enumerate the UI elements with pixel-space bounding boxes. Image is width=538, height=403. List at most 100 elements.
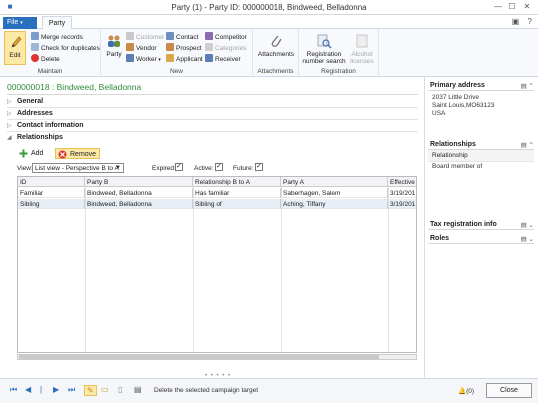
competitor-button[interactable]: Competitor (205, 32, 247, 41)
previous-record-icon[interactable]: ◀ (25, 385, 31, 394)
future-label: Future: (233, 165, 254, 172)
prospect-icon (166, 43, 174, 51)
remove-button[interactable]: Remove (55, 148, 101, 159)
minimize-icon[interactable]: — (492, 2, 504, 11)
roles-header[interactable]: Roles ▤ ⌄ (428, 234, 534, 244)
record-title: 000000018 : Bindweed, Belladonna (7, 82, 142, 92)
prospect-button[interactable]: Prospect (166, 43, 202, 52)
attachments-group: Attachments Attachments (253, 29, 299, 77)
customer-button[interactable]: Customer (126, 32, 164, 41)
party-button[interactable]: Party (104, 33, 124, 58)
alcohol-licenses-button[interactable]: Alcohol licenses (347, 33, 377, 65)
table-row[interactable]: Familiar Bindweed, Belladonna Has famili… (18, 188, 416, 198)
layout-icon[interactable]: ▣ (512, 17, 520, 26)
fasttab-addresses[interactable]: ▷ Addresses (7, 108, 418, 120)
delete-button[interactable]: Delete (31, 54, 60, 63)
fasttab-contact-information[interactable]: ▷ Contact information (7, 120, 418, 132)
contact-button[interactable]: Contact (166, 32, 198, 41)
column-divider (388, 187, 389, 352)
tax-registration-header[interactable]: Tax registration info ▤ ⌄ (428, 220, 534, 230)
add-button[interactable]: Add (17, 148, 46, 159)
add-icon (19, 149, 28, 158)
check-duplicates-button[interactable]: Check for duplicates (31, 43, 100, 52)
edit-button[interactable]: Edit (4, 31, 26, 65)
factbox-menu-icon[interactable]: ▤ ⌃ (521, 141, 534, 149)
cell-effective: 3/19/201 (390, 190, 416, 197)
maximize-icon[interactable]: ☐ (506, 2, 518, 11)
categories-button[interactable]: Categories (205, 43, 246, 52)
factbox-pane: Primary address ▤ ⌃ 2037 Little Drive Sai… (424, 77, 536, 378)
window-tools: ▣ ? (506, 17, 532, 26)
merge-records-button[interactable]: Merge records (31, 32, 83, 41)
column-header-party-b[interactable]: Party B (85, 177, 193, 187)
categories-icon (205, 43, 213, 51)
registration-number-search-button[interactable]: Registration number search (301, 33, 347, 65)
expired-label: Expired: (152, 165, 176, 172)
fasttab-general[interactable]: ▷ General (7, 96, 418, 108)
column-header-relationship[interactable]: Relationship B to A (193, 177, 281, 187)
chevron-down-icon: ▼ (115, 165, 121, 171)
primary-address-header[interactable]: Primary address ▤ ⌃ (428, 81, 534, 91)
scrollbar-thumb[interactable] (19, 355, 379, 359)
worker-button[interactable]: Worker ▾ (126, 54, 161, 63)
active-label: Active: (194, 165, 214, 172)
view-filter-row: View: List view - Perspective B to A ▼ Ex… (17, 163, 417, 174)
view-select[interactable]: List view - Perspective B to A ▼ (32, 163, 124, 173)
party-tab[interactable]: Party (42, 16, 72, 30)
column-header-id[interactable]: ID (18, 177, 85, 187)
remove-icon (58, 150, 67, 159)
last-record-icon[interactable]: ⏭ (68, 385, 75, 395)
relationships-factbox-header[interactable]: Relationships ▤ ⌃ (428, 140, 534, 150)
primary-address-factbox: Primary address ▤ ⌃ 2037 Little Drive Sai… (428, 81, 534, 118)
notifications-count[interactable]: 🔔(0) (458, 387, 474, 395)
column-header-effective[interactable]: Effective (388, 177, 416, 187)
close-icon[interactable]: ✕ (521, 2, 533, 11)
table-row[interactable]: Sibling Bindweed, Belladonna Sibling of … (18, 199, 416, 209)
cell-relationship: Sibling of (193, 199, 281, 209)
next-record-icon[interactable]: ▶ (53, 385, 59, 394)
receiver-button[interactable]: Receiver (205, 54, 241, 63)
factbox-expand-icon[interactable]: ▤ ⌄ (521, 221, 534, 229)
applicant-button[interactable]: Applicant (166, 54, 203, 63)
help-icon[interactable]: ? (528, 17, 532, 26)
tax-registration-factbox: Tax registration info ▤ ⌄ (428, 220, 534, 230)
vendor-button[interactable]: Vendor (126, 43, 157, 52)
column-divider (193, 187, 194, 352)
active-checkbox[interactable]: ✓ (215, 163, 223, 171)
fasttab-relationships[interactable]: ◢ Relationships (7, 132, 418, 144)
edit-mode-icon[interactable]: ✎ (84, 385, 97, 396)
future-checkbox[interactable]: ✓ (255, 163, 263, 171)
cell-id: Sibling (18, 199, 85, 209)
cell-party-b: Bindweed, Belladonna (85, 199, 193, 209)
maintain-group-label: Maintain (37, 68, 63, 75)
expired-checkbox[interactable]: ✓ (175, 163, 183, 171)
file-tab[interactable]: File ▾ (3, 17, 37, 29)
check-icon (31, 43, 39, 51)
factbox-menu-icon[interactable]: ▤ ⌃ (521, 82, 534, 90)
factbox-expand-icon[interactable]: ▤ ⌄ (521, 235, 534, 243)
expand-arrow-icon: ▷ (7, 123, 12, 129)
relationships-factbox-item[interactable]: Board member of (428, 162, 534, 171)
document-icon[interactable]: ▯ (118, 385, 122, 394)
receiver-icon (205, 54, 213, 62)
close-button[interactable]: Close (486, 383, 532, 398)
relationships-grid: ID Party B Relationship B to A Party A E… (17, 176, 417, 353)
attachment-status-icon[interactable]: ▤ (134, 385, 142, 394)
new-group: Party Customer Vendor Worker ▾ Contact P… (101, 29, 253, 77)
bell-icon: 🔔 (458, 388, 467, 395)
competitor-icon (205, 32, 213, 40)
grid-horizontal-scrollbar[interactable] (17, 354, 417, 360)
ribbon: Edit Merge records Check for duplicates … (0, 29, 538, 77)
cell-id: Familiar (18, 188, 85, 198)
first-record-icon[interactable]: ⏮ (10, 385, 17, 395)
new-group-label: New (169, 68, 183, 75)
attachments-button[interactable]: Attachments (256, 33, 296, 58)
column-header-party-a[interactable]: Party A (281, 177, 388, 187)
search-icon (317, 34, 332, 49)
previous-page-icon[interactable]: | (40, 385, 42, 394)
customer-icon (126, 32, 134, 40)
people-icon (108, 35, 120, 47)
header-divider (7, 94, 418, 95)
view-mode-icon[interactable]: ▭ (101, 385, 109, 394)
vendor-icon (126, 43, 134, 51)
